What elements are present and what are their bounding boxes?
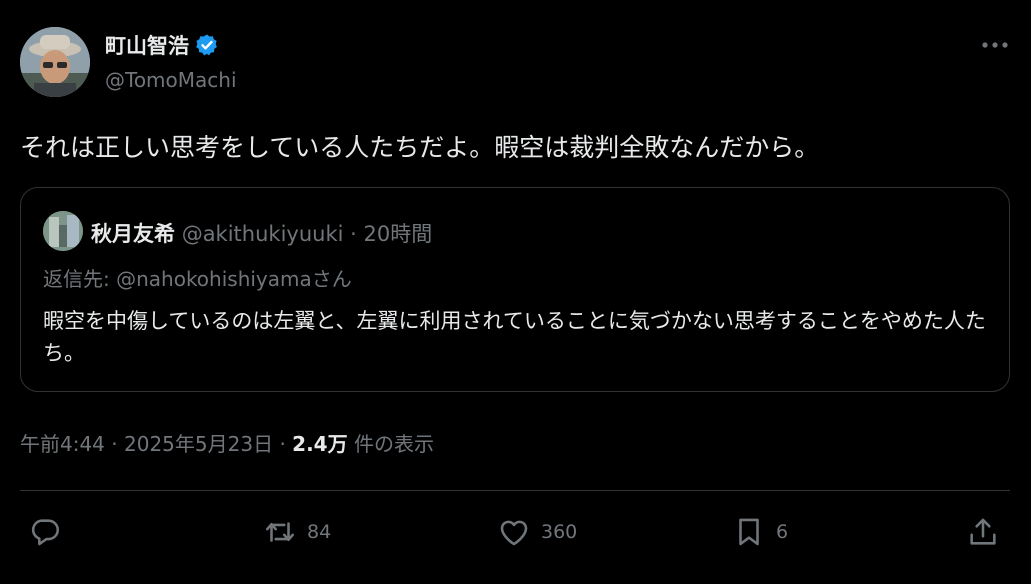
quoted-tweet[interactable]: 秋月友希 @akithukiyuuki · 20時間 返信先: @nahokoh… <box>20 187 1010 392</box>
author-name-row[interactable]: 町山智浩 <box>105 30 219 60</box>
quote-handle[interactable]: @akithukiyuuki <box>182 222 344 246</box>
quote-display-name[interactable]: 秋月友希 <box>91 222 175 246</box>
more-icon[interactable] <box>981 30 1009 55</box>
verified-badge-icon <box>196 34 217 56</box>
quote-header: 秋月友希 @akithukiyuuki · 20時間 <box>91 218 432 248</box>
share-icon <box>970 518 996 545</box>
retweet-button[interactable]: 84 <box>263 512 331 552</box>
tweet-date[interactable]: 2025年5月23日 <box>124 432 273 456</box>
retweet-count: 84 <box>307 521 332 543</box>
like-count: 360 <box>541 521 578 543</box>
quote-avatar[interactable] <box>43 211 83 251</box>
bookmark-count: 6 <box>776 521 789 543</box>
tweet-time[interactable]: 午前4:44 <box>20 432 105 456</box>
tweet-text: それは正しい思考をしている人たちだよ。暇空は裁判全敗なんだから。 <box>20 133 820 162</box>
meta-separator: · <box>111 432 118 456</box>
author-display-name[interactable]: 町山智浩 <box>105 30 189 60</box>
heart-icon <box>500 520 528 546</box>
retweet-icon <box>265 522 295 542</box>
divider <box>20 490 1010 491</box>
bookmark-icon <box>739 518 759 546</box>
author-avatar[interactable] <box>20 27 90 97</box>
share-button[interactable] <box>966 512 1010 552</box>
quote-avatar-image <box>43 211 83 251</box>
bookmark-button[interactable]: 6 <box>732 512 788 552</box>
quote-separator: · <box>350 222 357 246</box>
view-label: 件の表示 <box>353 432 434 456</box>
reply-icon <box>31 519 60 546</box>
avatar-image <box>20 27 90 97</box>
quote-text: 暇空を中傷しているのは左翼と、左翼に利用されていることに気づかない思考することを… <box>43 309 986 365</box>
reply-button[interactable] <box>28 512 72 552</box>
tweet-meta: 午前4:44 · 2025年5月23日 · 2.4万 件の表示 <box>20 428 434 457</box>
like-button[interactable]: 360 <box>497 512 577 552</box>
author-handle[interactable]: @TomoMachi <box>105 68 237 92</box>
quote-reply-to: 返信先: @nahokohishiyamaさん <box>43 267 352 291</box>
quote-time[interactable]: 20時間 <box>364 222 433 246</box>
view-count: 2.4万 <box>292 432 348 456</box>
meta-separator: · <box>279 432 286 456</box>
